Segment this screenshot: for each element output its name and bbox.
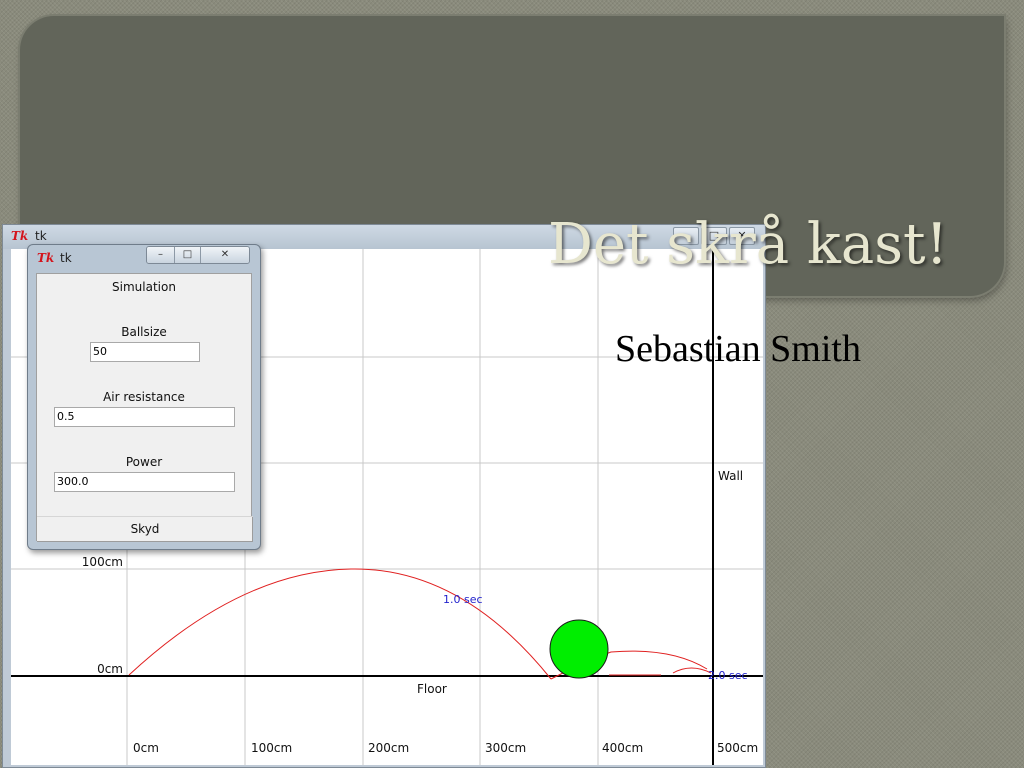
x-label-300cm: 300cm xyxy=(485,741,526,755)
power-label: Power xyxy=(125,455,163,469)
y-label-0cm: 0cm xyxy=(97,662,123,676)
time-marker-1: 1.0 sec xyxy=(443,593,483,606)
simulation-form: Simulation Ballsize 50 Air resistance 0.… xyxy=(36,273,253,542)
form-heading: Simulation xyxy=(112,280,176,294)
slide-subtitle: Sebastian Smith xyxy=(615,328,861,370)
air-resistance-label: Air resistance xyxy=(103,390,185,404)
trajectory-arc-1 xyxy=(128,568,552,680)
x-label-100cm: 100cm xyxy=(251,741,292,755)
window-controls: – □ ✕ xyxy=(146,246,250,264)
minimize-icon[interactable]: – xyxy=(147,247,175,263)
window-title: tk xyxy=(35,229,47,243)
time-marker-2: 2.0 sec xyxy=(708,669,748,682)
skyd-button[interactable]: Skyd xyxy=(37,516,253,542)
x-label-0cm: 0cm xyxy=(133,741,159,755)
ballsize-input[interactable]: 50 xyxy=(90,342,200,362)
maximize-icon[interactable]: □ xyxy=(175,247,201,263)
close-icon[interactable]: ✕ xyxy=(201,247,249,263)
ball xyxy=(549,619,609,679)
tk-logo-icon: Tk xyxy=(37,251,55,265)
wall-label: Wall xyxy=(718,469,743,483)
tk-logo-icon: Tk xyxy=(11,229,29,243)
control-window-titlebar[interactable]: Tk tk – □ ✕ xyxy=(28,245,260,271)
window-title: tk xyxy=(60,251,72,265)
slide-title: Det skrå kast! xyxy=(547,212,948,277)
power-input[interactable]: 300.0 xyxy=(54,472,235,492)
ballsize-label: Ballsize xyxy=(121,325,167,339)
x-label-400cm: 400cm xyxy=(602,741,643,755)
floor-label: Floor xyxy=(417,682,447,696)
x-label-500cm: 500cm xyxy=(717,741,758,755)
y-label-100cm: 100cm xyxy=(82,555,123,569)
trajectory-tail xyxy=(609,667,712,676)
x-label-200cm: 200cm xyxy=(368,741,409,755)
control-window: Tk tk – □ ✕ Simulation Ballsize 50 Air r… xyxy=(27,244,261,550)
air-resistance-input[interactable]: 0.5 xyxy=(54,407,235,427)
